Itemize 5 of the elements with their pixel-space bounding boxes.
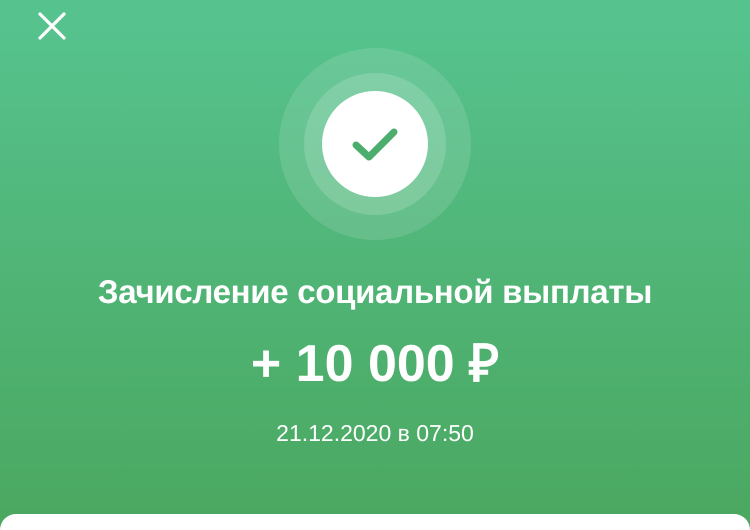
- operation-title: Зачисление социальной выплаты: [96, 273, 654, 311]
- amount: + 10 000 ₽: [250, 334, 500, 395]
- close-button[interactable]: [36, 10, 68, 42]
- operation-date: 21.12.2020 в 07:50: [275, 420, 475, 447]
- close-icon: [36, 10, 68, 42]
